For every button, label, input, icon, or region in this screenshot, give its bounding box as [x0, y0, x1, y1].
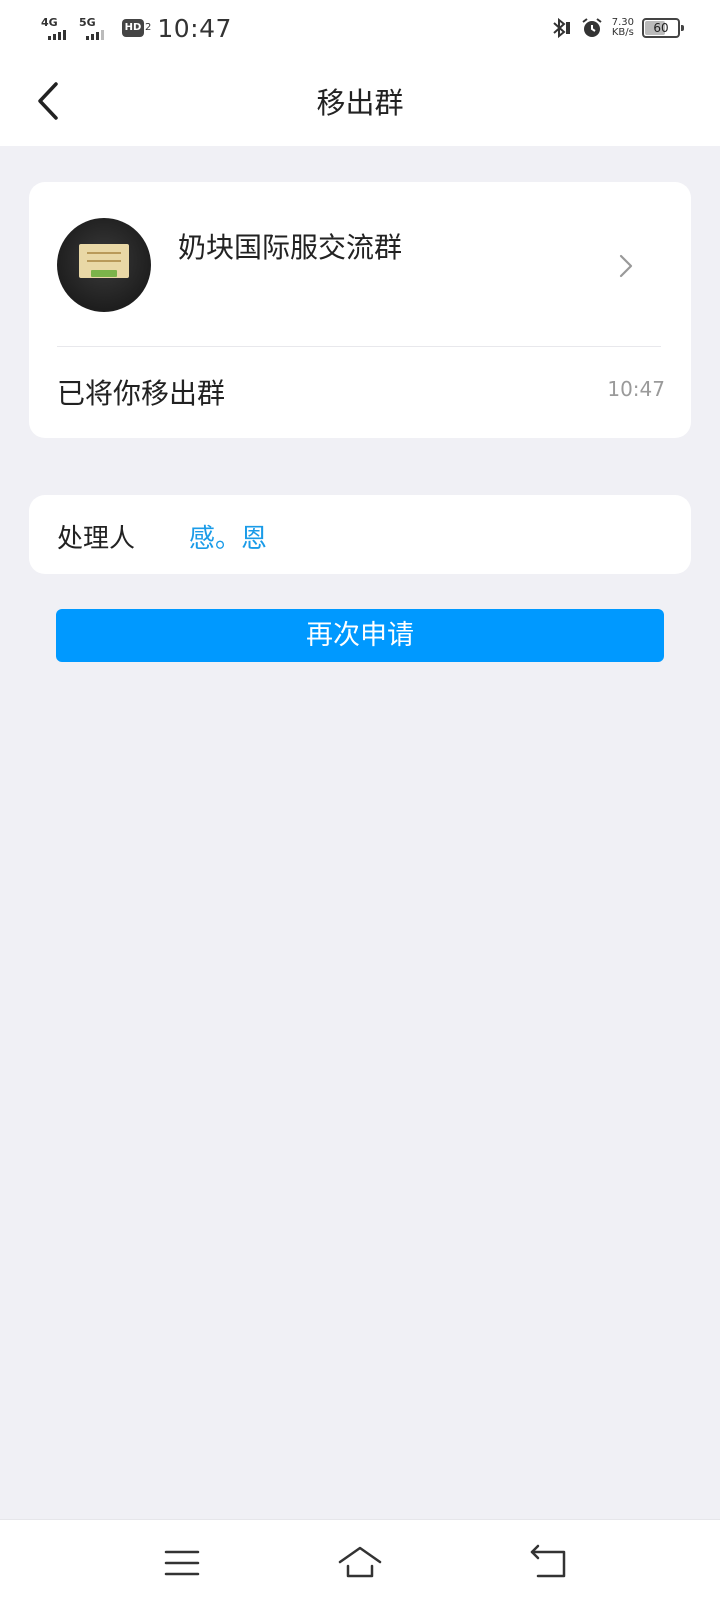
menu-icon: [164, 1550, 200, 1576]
status-time: 10:47: [157, 13, 232, 43]
system-nav-bar: [0, 1519, 720, 1605]
handler-card: 处理人 感。恩: [29, 495, 691, 574]
menu-button[interactable]: [158, 1540, 206, 1586]
hd-voice-icon: HD: [122, 19, 144, 37]
group-avatar: [57, 218, 151, 312]
system-back-button[interactable]: [524, 1540, 572, 1586]
hd-sub-label: 2: [145, 22, 152, 33]
signal-4g-icon: 4G: [40, 13, 74, 43]
speed-unit: KB/s: [611, 27, 634, 38]
network-label-4g: 4G: [41, 16, 58, 29]
home-button[interactable]: [336, 1540, 384, 1586]
status-bar: 4G 5G HD 2 10:47 7.30 KB/s 60: [0, 0, 720, 56]
handler-label: 处理人: [57, 524, 136, 554]
status-right: 7.30 KB/s 60: [550, 12, 684, 44]
battery-icon: 60: [642, 18, 684, 38]
screen: 4G 5G HD 2 10:47 7.30 KB/s 60 移出群 奶块国际服交…: [0, 0, 720, 1605]
home-icon: [338, 1546, 382, 1578]
removal-time: 10:47: [607, 377, 665, 401]
group-row[interactable]: 奶块国际服交流群: [29, 182, 691, 346]
network-label-5g: 5G: [79, 16, 96, 29]
reapply-button[interactable]: 再次申请: [56, 609, 664, 662]
handler-name-link[interactable]: 感。恩: [189, 518, 267, 555]
removal-status: 已将你移出群: [57, 377, 226, 410]
group-name: 奶块国际服交流群: [178, 231, 403, 264]
network-speed: 7.30 KB/s: [612, 18, 634, 38]
alarm-icon: [582, 18, 602, 37]
status-left: 4G 5G HD 2 10:47: [40, 10, 232, 46]
nav-bar: 移出群: [0, 56, 720, 146]
bluetooth-icon: [553, 17, 570, 39]
page-title: 移出群: [316, 86, 404, 120]
return-icon: [530, 1544, 566, 1578]
divider: [57, 346, 661, 347]
group-card: 奶块国际服交流群 已将你移出群 10:47: [29, 182, 691, 438]
signal-5g-icon: 5G: [78, 13, 112, 43]
battery-level: 60: [653, 21, 669, 35]
chevron-right-icon: [619, 254, 633, 278]
